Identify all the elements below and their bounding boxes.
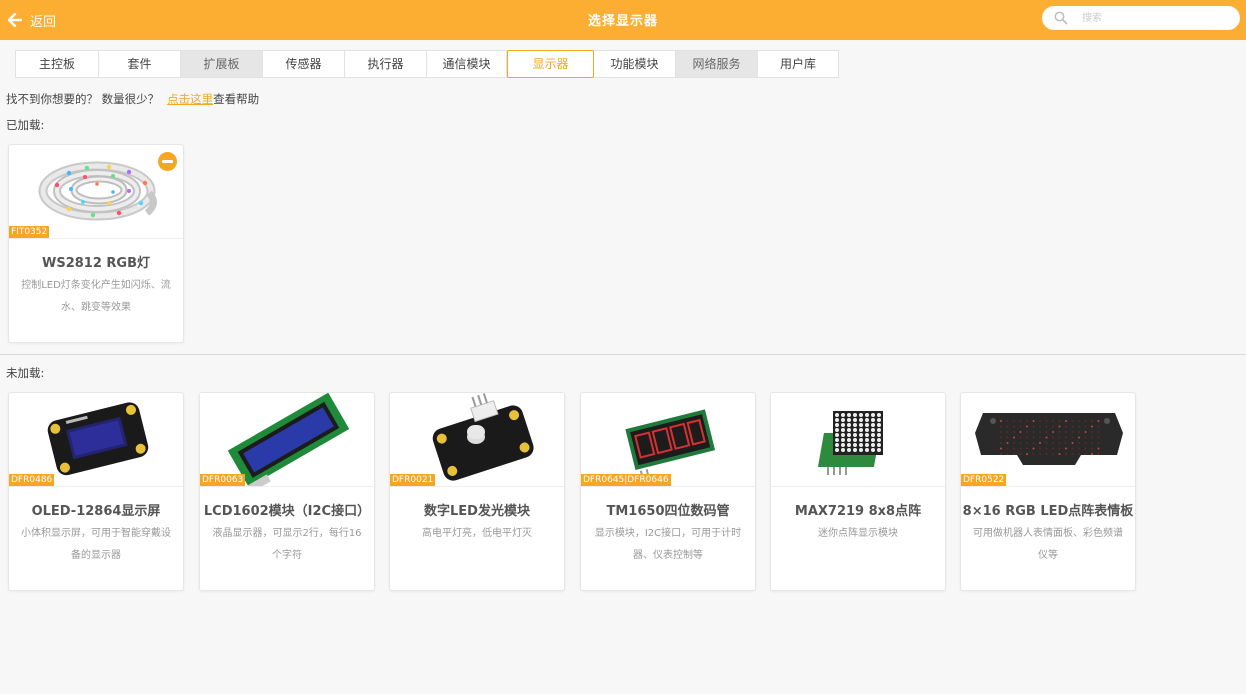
product-card-oled[interactable]: DFR0486 OLED-12864显示屏 小体积显示屏，可用于智能穿戴设备的显… — [8, 392, 184, 591]
rgb-face-panel-image — [975, 413, 1123, 465]
product-desc: 液晶显示器，可显示2行，每行16个字符 — [212, 528, 362, 561]
tab-network-service[interactable]: 网络服务 — [676, 51, 758, 77]
help-line: 找不到你想要的？ 数量很少？ 点击这里查看帮助 — [6, 91, 259, 107]
product-desc: 迷你点阵显示模块 — [818, 528, 898, 539]
loaded-label: 已加载: — [6, 118, 45, 132]
product-image: DFR0645|DFR0646 — [581, 393, 755, 487]
product-card-lcd1602[interactable]: DFR0063 LCD1602模块（I2C接口） 液晶显示器，可显示2行，每行1… — [199, 392, 375, 591]
product-desc: 小体积显示屏，可用于智能穿戴设备的显示器 — [21, 528, 171, 561]
product-name: TM1650四位数码管 — [606, 504, 730, 519]
product-image: DFR0063 — [200, 393, 374, 487]
segment-display-image — [625, 409, 716, 479]
unloaded-label: 未加载: — [6, 366, 45, 380]
product-image: DFR0486 — [9, 393, 183, 487]
product-sku: DFR0021 — [390, 474, 436, 486]
product-sku: DFR0522 — [961, 474, 1007, 486]
product-name: 数字LED发光模块 — [424, 504, 530, 519]
help-suffix: 查看帮助 — [213, 92, 260, 106]
product-image: FIT0352 — [9, 145, 183, 239]
product-card-tm1650[interactable]: DFR0645|DFR0646 TM1650四位数码管 显示模块，I2C接口，可… — [580, 392, 756, 591]
lcd1602-image — [227, 393, 350, 486]
loaded-card-ws2812[interactable]: FIT0352 WS2812 RGB灯 控制LED灯条变化产生如闪烁、流水、跳变… — [8, 144, 184, 343]
tab-expansion-board[interactable]: 扩展板 — [181, 51, 263, 77]
remove-icon[interactable] — [158, 152, 177, 171]
product-name: OLED-12864显示屏 — [31, 504, 161, 519]
tab-main-board[interactable]: 主控板 — [16, 51, 99, 77]
tab-function-module[interactable]: 功能模块 — [594, 51, 676, 77]
category-tabs: 主控板 套件 扩展板 传感器 执行器 通信模块 显示器 功能模块 网络服务 用户… — [15, 50, 839, 78]
led-strip-image — [38, 161, 157, 221]
product-desc: 高电平灯亮，低电平灯灭 — [422, 528, 532, 539]
product-sku: DFR0063 — [200, 474, 246, 486]
product-desc: 显示模块，I2C接口，可用于计时器、仪表控制等 — [594, 528, 742, 561]
section-divider — [0, 354, 1246, 355]
product-name: LCD1602模块（I2C接口） — [203, 504, 371, 519]
product-sku: DFR0486 — [9, 474, 55, 486]
product-image: DFR0021 — [390, 393, 564, 487]
tab-kit[interactable]: 套件 — [99, 51, 181, 77]
tab-communication[interactable]: 通信模块 — [427, 51, 507, 77]
tab-display[interactable]: 显示器 — [507, 50, 594, 78]
led-module-image — [432, 393, 534, 481]
tab-sensor[interactable]: 传感器 — [263, 51, 345, 77]
dot-matrix-image — [817, 411, 883, 475]
product-card-rgb-panel[interactable]: DFR0522 8×16 RGB LED点阵表情板 可用做机器人表情面板、彩色频… — [960, 392, 1136, 591]
product-image: DFR0522 — [961, 393, 1135, 487]
product-image — [771, 393, 945, 487]
product-sku: FIT0352 — [9, 226, 50, 238]
help-text: 找不到你想要的？ 数量很少？ — [6, 92, 160, 106]
search-input[interactable] — [1082, 9, 1232, 27]
search-icon — [1054, 11, 1068, 25]
top-bar: 返回 选择显示器 — [0, 0, 1246, 40]
product-desc: 控制LED灯条变化产生如闪烁、流水、跳变等效果 — [21, 280, 171, 313]
tab-actuator[interactable]: 执行器 — [345, 51, 427, 77]
product-card-max7219[interactable]: MAX7219 8x8点阵 迷你点阵显示模块 — [770, 392, 946, 591]
help-link[interactable]: 点击这里 — [167, 92, 213, 106]
search-box[interactable] — [1042, 6, 1240, 30]
tab-user-library[interactable]: 用户库 — [758, 51, 838, 77]
product-sku: DFR0645|DFR0646 — [581, 474, 671, 486]
product-name: WS2812 RGB灯 — [42, 256, 150, 271]
product-desc: 可用做机器人表情面板、彩色频谱仪等 — [973, 528, 1123, 561]
product-name: 8×16 RGB LED点阵表情板 — [962, 504, 1134, 519]
oled-module-image — [47, 402, 149, 476]
product-card-led-module[interactable]: DFR0021 数字LED发光模块 高电平灯亮，低电平灯灭 — [389, 392, 565, 591]
product-name: MAX7219 8x8点阵 — [794, 504, 922, 519]
